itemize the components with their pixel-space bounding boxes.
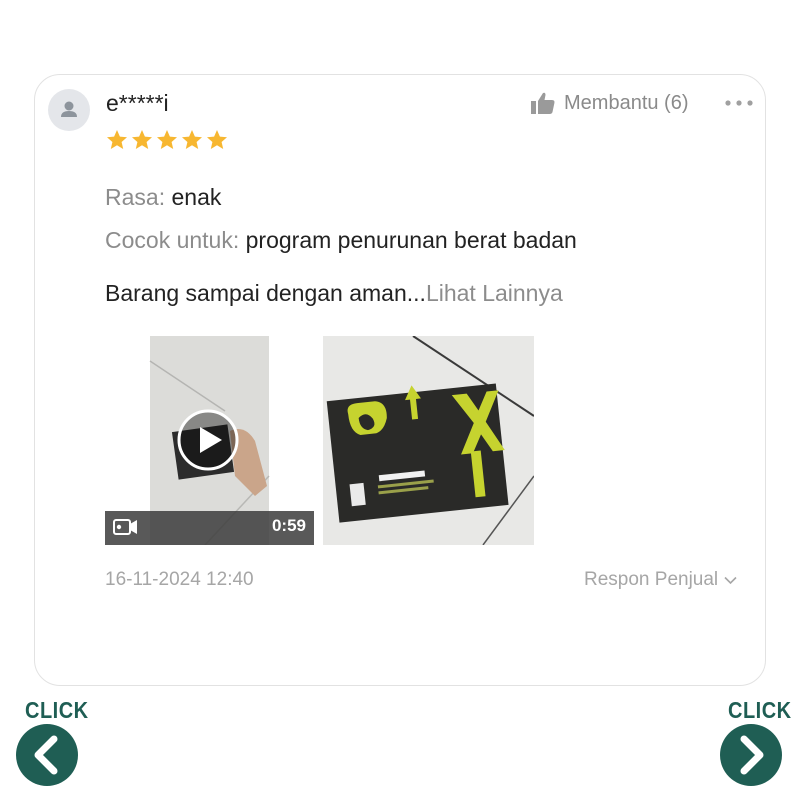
star-icon bbox=[207, 130, 227, 149]
star-icon bbox=[157, 130, 177, 149]
more-options-button[interactable] bbox=[724, 93, 754, 118]
chevron-left-icon bbox=[34, 735, 58, 775]
thumbs-up-icon bbox=[531, 92, 555, 114]
video-duration: 0:59 bbox=[271, 516, 306, 535]
more-dots-icon bbox=[725, 100, 753, 106]
star-icon bbox=[107, 130, 127, 149]
taste-row: Rasa: enak bbox=[105, 184, 221, 211]
taste-value: enak bbox=[171, 184, 222, 210]
user-avatar-icon bbox=[61, 101, 77, 117]
helpful-label: Membantu (6) bbox=[564, 91, 689, 114]
chevron-down-icon bbox=[724, 576, 737, 584]
reviewer-name: e*****i bbox=[106, 90, 169, 116]
see-more-link[interactable]: Lihat Lainnya bbox=[426, 280, 563, 306]
review-text-row: Barang sampai dengan aman...Lihat Lainny… bbox=[105, 280, 563, 307]
star-icon bbox=[132, 130, 152, 149]
suited-row: Cocok untuk: program penurunan berat bad… bbox=[105, 227, 577, 254]
star-rating bbox=[105, 128, 229, 152]
review-photo[interactable] bbox=[323, 336, 534, 545]
suited-value: program penurunan berat badan bbox=[245, 227, 577, 253]
taste-label: Rasa: bbox=[105, 184, 166, 210]
prev-button[interactable] bbox=[16, 724, 78, 786]
next-click-label: CLICK bbox=[728, 698, 792, 724]
next-button[interactable] bbox=[720, 724, 782, 786]
suited-label: Cocok untuk: bbox=[105, 227, 240, 253]
review-video-thumbnail[interactable]: 0:59 bbox=[105, 336, 314, 545]
avatar bbox=[48, 89, 90, 131]
review-date: 16-11-2024 12:40 bbox=[105, 569, 254, 590]
helpful-button[interactable]: Membantu (6) bbox=[530, 91, 689, 115]
seller-response-label: Respon Penjual bbox=[584, 569, 719, 590]
seller-response-toggle[interactable]: Respon Penjual bbox=[584, 569, 737, 591]
prev-click-label: CLICK bbox=[25, 698, 89, 724]
review-text: Barang sampai dengan aman... bbox=[105, 280, 426, 306]
star-icon bbox=[182, 130, 202, 149]
chevron-right-icon bbox=[740, 735, 764, 775]
